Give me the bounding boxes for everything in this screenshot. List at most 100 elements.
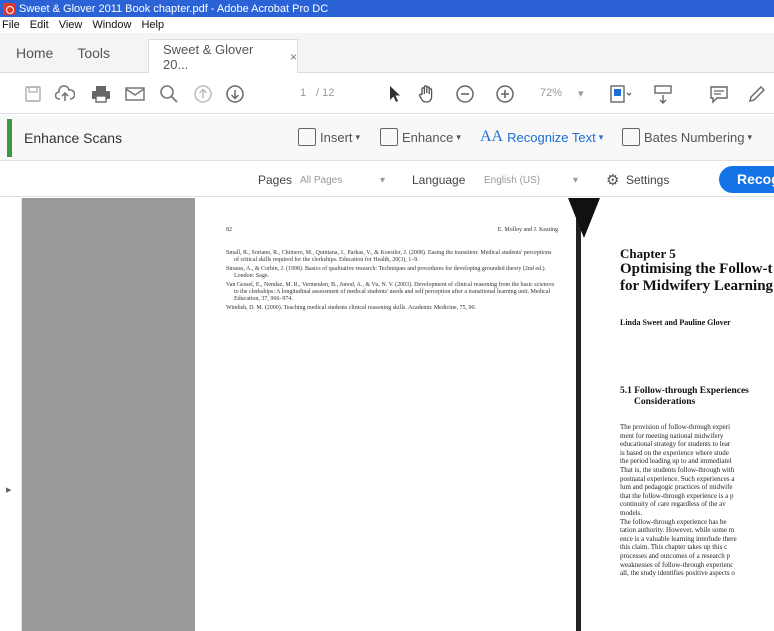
zoom-search-icon[interactable]: [158, 83, 180, 105]
menu-view[interactable]: View: [59, 19, 83, 31]
zoom-in-icon[interactable]: [494, 83, 516, 105]
pages-label: Pages: [258, 173, 293, 187]
tab-document-label: Sweet & Glover 20...: [163, 41, 254, 72]
menu-edit[interactable]: Edit: [30, 19, 49, 31]
chapter-authors: Linda Sweet and Pauline Glover: [620, 318, 731, 327]
main-toolbar: 1 / 12 72% ▾: [0, 74, 774, 114]
menu-help[interactable]: Help: [141, 19, 164, 31]
body-text-line: processes and outcomes of a research p: [620, 551, 731, 560]
insert-icon: [298, 128, 316, 146]
body-text-line: is based on the experience where stude: [620, 448, 729, 457]
reference-item: Strauss, A., & Corbin, J. (1998). Basics…: [226, 265, 547, 280]
pen-icon[interactable]: [746, 83, 768, 105]
pages-select[interactable]: All Pages: [300, 175, 342, 186]
enhance-label: Enhance: [402, 129, 454, 145]
language-select[interactable]: English (US): [484, 175, 540, 186]
chevron-down-icon: ▾: [747, 131, 752, 142]
left-nav-pane: ▸: [0, 198, 22, 631]
tab-home[interactable]: Home: [16, 45, 53, 61]
body-text-line: The provision of follow-through experi: [620, 423, 731, 431]
enhance-scans-toolbar: Enhance Scans Insert ▾ Enhance ▾ AA Reco…: [0, 115, 774, 161]
page-divider: [576, 198, 581, 631]
reference-item: Small, R., Soriano, R., Chimero, M., Qui…: [226, 250, 552, 264]
expand-nav-icon[interactable]: ▸: [6, 483, 12, 496]
print-icon[interactable]: [90, 83, 112, 105]
bates-icon: [622, 128, 640, 146]
menu-window[interactable]: Window: [92, 19, 131, 31]
chapter-title-line: for Midwifery Learning: [620, 278, 774, 294]
chevron-down-icon: ▾: [456, 131, 461, 142]
menu-bar: File Edit View Window Help: [0, 17, 774, 33]
page-down-icon[interactable]: [224, 83, 246, 105]
chevron-down-icon: ▾: [355, 131, 361, 142]
recognize-text-button[interactable]: AA Recognize Text ▾: [480, 128, 603, 146]
select-cursor-icon[interactable]: [384, 83, 406, 105]
tooltip-pointer: [568, 198, 600, 238]
tab-bar: Home Tools Sweet & Glover 20... ×: [0, 33, 774, 73]
tool-name: Enhance Scans: [24, 130, 123, 146]
gear-icon[interactable]: ⚙: [606, 171, 619, 189]
hand-tool-icon[interactable]: [416, 83, 438, 105]
bates-numbering-button[interactable]: Bates Numbering ▾: [622, 128, 752, 146]
page-display-icon[interactable]: [610, 83, 632, 105]
menu-file[interactable]: File: [2, 19, 20, 31]
window-title: Sweet & Glover 2011 Book chapter.pdf - A…: [19, 2, 329, 15]
upload-cloud-icon[interactable]: [54, 83, 76, 105]
running-head: E. Molloy and J. Keating: [497, 227, 558, 233]
body-text-line: that the follow-through experience is a …: [620, 491, 734, 500]
reference-item: Van Gessel, E., Nendaz, M. R., Vermeulen…: [226, 281, 555, 303]
enhance-button[interactable]: Enhance ▾: [380, 128, 461, 146]
pdf-page-chapter-5: Chapter 5 Optimising the Follow-t for Mi…: [582, 198, 774, 631]
tab-tools[interactable]: Tools: [77, 45, 110, 61]
close-tab-icon[interactable]: ×: [290, 50, 297, 64]
chapter-title-line: Optimising the Follow-t: [620, 261, 773, 277]
recognize-text-start-button[interactable]: Recog: [719, 166, 774, 193]
body-text-line: all, the study identifies positive aspec…: [620, 569, 735, 578]
reference-item: Windish, D. M. (2000). Teaching medical …: [226, 304, 477, 311]
section-title-line: 5.1 Follow-through Experiences: [620, 386, 749, 396]
enhance-icon: [380, 128, 398, 146]
section-title: 5.1 Follow-through Experiences Considera…: [620, 386, 749, 408]
body-text-line: postnatal experience. Such experiences a: [620, 474, 735, 483]
chapter-label: Chapter 5: [620, 246, 676, 261]
page-thumbnail-area: [22, 198, 195, 631]
body-text-line: weaknesses of follow-through experienc: [620, 560, 734, 569]
body-text-line: ment for meeting national midwifery: [620, 431, 724, 440]
body-text-line: models.: [620, 508, 642, 517]
scroll-mode-icon[interactable]: [652, 83, 674, 105]
page-number: 82: [226, 227, 232, 233]
recognize-text-icon: AA: [480, 128, 504, 145]
reference-list: Small, R., Soriano, R., Chimero, M., Qui…: [226, 250, 556, 313]
settings-link[interactable]: Settings: [626, 173, 669, 187]
body-text-line: ence is a valuable learning interlude th…: [620, 534, 737, 543]
body-text-line: continuity of care regardless of the av: [620, 500, 726, 509]
zoom-dropdown-icon[interactable]: ▾: [578, 87, 584, 100]
language-label: Language: [412, 173, 466, 187]
section-title-line: Considerations: [634, 397, 696, 407]
recognize-text-label: Recognize Text: [507, 129, 596, 145]
body-text-line: That is, the students follow-through wit…: [620, 465, 735, 474]
chevron-down-icon: ▾: [598, 131, 604, 142]
acrobat-window: Sweet & Glover 2011 Book chapter.pdf - A…: [0, 0, 774, 631]
page-total: / 12: [316, 87, 335, 99]
body-text-line: lum and pedagogic practices of midwife: [620, 483, 733, 492]
zoom-level-select[interactable]: 72%: [540, 87, 562, 99]
zoom-out-icon[interactable]: [454, 83, 476, 105]
body-text: The provision of follow-through experi me…: [620, 423, 774, 578]
title-bar: Sweet & Glover 2011 Book chapter.pdf - A…: [0, 0, 774, 17]
body-text-line: The follow-through experience has be: [620, 517, 727, 526]
bates-label: Bates Numbering: [644, 129, 745, 145]
body-text-line: this claim. This chapter takes up this c: [620, 543, 728, 552]
page-number-input[interactable]: 1: [300, 87, 306, 99]
insert-button[interactable]: Insert ▾: [298, 128, 360, 146]
page-up-icon[interactable]: [192, 83, 214, 105]
pdf-page-82: 82 E. Molloy and J. Keating Small, R., S…: [198, 198, 574, 631]
save-icon[interactable]: [22, 83, 44, 105]
tool-accent-bar: [7, 119, 12, 157]
comment-icon[interactable]: [708, 83, 730, 105]
email-icon[interactable]: [124, 83, 146, 105]
recognize-options-bar: Pages All Pages ▾ Language English (US) …: [0, 162, 774, 197]
tab-document[interactable]: Sweet & Glover 20... ×: [148, 39, 298, 73]
pages-dropdown-icon[interactable]: ▾: [380, 175, 385, 186]
language-dropdown-icon[interactable]: ▾: [573, 175, 578, 186]
